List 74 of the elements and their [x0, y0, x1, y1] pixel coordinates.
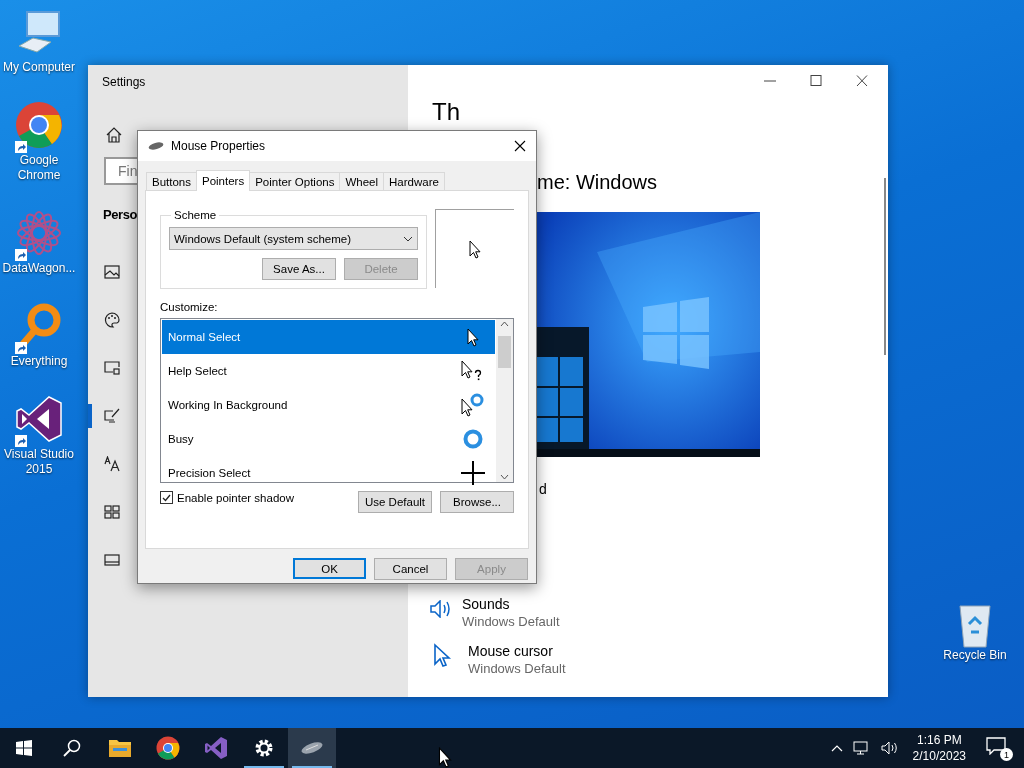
tab[interactable]: Pointers	[196, 170, 251, 191]
snowflake-icon	[15, 209, 63, 257]
dialog-button[interactable]: OK	[293, 558, 366, 579]
pointer-list-item[interactable]: Normal Select	[162, 320, 495, 354]
text-fragment: d	[539, 481, 547, 497]
working-cursor-icon	[461, 393, 485, 417]
desktop-icon-label[interactable]: Visual Studio 2015	[0, 447, 78, 477]
network-icon[interactable]	[852, 740, 871, 756]
settings-icon	[254, 738, 274, 758]
lock-screen-icon[interactable]	[104, 361, 120, 375]
tab[interactable]: Hardware	[383, 172, 445, 190]
setting-title[interactable]: Mouse cursor	[468, 643, 566, 659]
chevron-up-icon	[500, 321, 509, 327]
fonts-icon[interactable]	[104, 456, 122, 472]
checkbox[interactable]	[160, 491, 173, 504]
pointer-button[interactable]: Use Default	[358, 491, 432, 513]
search-icon	[63, 739, 81, 757]
scheme-dropdown[interactable]: Windows Default (system scheme)	[169, 227, 418, 250]
chrome-icon	[156, 736, 180, 760]
chevron-down-icon	[500, 474, 509, 480]
current-theme-label: me: Windows	[537, 171, 659, 194]
arrow-cursor-icon	[469, 239, 481, 259]
setting-value: Windows Default	[462, 614, 560, 629]
pointer-list-item[interactable]: Working In Background	[162, 388, 495, 422]
picture-icon[interactable]	[104, 265, 120, 279]
pointer-list-item[interactable]: Help Select	[162, 354, 495, 388]
windows-logo-icon	[16, 740, 32, 756]
scrollbar-thumb[interactable]	[498, 336, 511, 368]
taskbar-icon[interactable]	[104, 554, 120, 566]
date-text: 2/10/2023	[912, 748, 966, 764]
desktop-icon-label[interactable]: Google Chrome	[0, 153, 78, 183]
close-icon[interactable]	[514, 140, 526, 152]
window-title: Settings	[102, 75, 147, 89]
pointer-list-item[interactable]: Busy	[162, 422, 495, 456]
desktop-icon-label[interactable]: Recycle Bin	[943, 648, 1007, 663]
mouse-icon	[148, 141, 164, 151]
chevron-down-icon	[403, 235, 413, 242]
setting-title[interactable]: Sounds	[462, 596, 560, 612]
time-text: 1:16 PM	[916, 732, 962, 748]
speaker-icon	[430, 600, 450, 618]
brush-monitor-icon[interactable]	[104, 408, 120, 424]
home-icon[interactable]	[106, 127, 122, 143]
palette-icon[interactable]	[104, 312, 120, 328]
scrollbar[interactable]	[496, 319, 513, 482]
mouse-icon	[300, 741, 324, 755]
crosshair-icon	[460, 460, 486, 486]
tiles-icon[interactable]	[104, 505, 120, 519]
chevron-up-icon[interactable]	[830, 744, 843, 752]
dialog-button[interactable]: Cancel	[374, 558, 447, 580]
tab[interactable]: Buttons	[146, 172, 197, 190]
visual-studio-icon	[204, 736, 228, 760]
clock[interactable]: 1:16 PM 2/10/2023	[912, 732, 966, 764]
checkbox-label: Enable pointer shadow	[177, 491, 294, 504]
mouse-pointer-icon	[438, 747, 452, 768]
page-title: Th	[432, 99, 460, 125]
pointer-button[interactable]: Browse...	[440, 491, 514, 513]
volume-icon[interactable]	[880, 740, 899, 756]
notification-count: 1	[1000, 748, 1013, 761]
chrome-icon	[15, 101, 63, 149]
desktop-icon-label[interactable]: Everything	[10, 354, 68, 369]
dialog-title: Mouse Properties	[171, 139, 267, 153]
tab[interactable]: Pointer Options	[249, 172, 341, 190]
arrow-cursor-icon	[467, 327, 479, 347]
folder-icon	[108, 738, 132, 758]
pointer-list-item[interactable]: Precision Select	[162, 456, 495, 490]
desktop-icon-label[interactable]: DataWagon...	[2, 261, 76, 276]
setting-value: Windows Default	[468, 661, 566, 676]
desktop-icon-label[interactable]: My Computer	[3, 60, 75, 75]
busy-ring-icon	[462, 428, 484, 450]
customize-label: Customize:	[160, 301, 219, 313]
visual-studio-icon	[15, 395, 63, 443]
group-label: Scheme	[173, 209, 218, 221]
section-heading: Perso	[103, 207, 138, 222]
scheme-button[interactable]: Save As...	[262, 258, 336, 280]
